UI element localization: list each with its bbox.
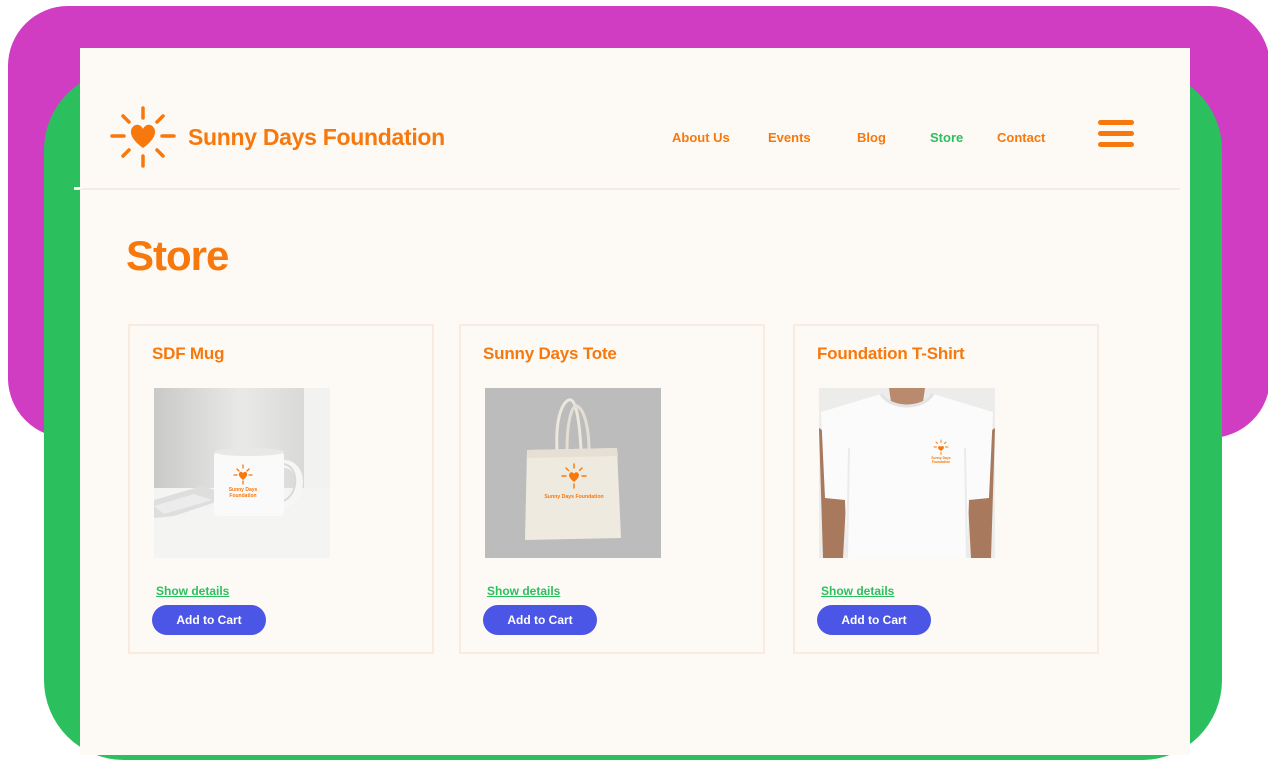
product-title: SDF Mug <box>152 344 225 363</box>
nav-about-us[interactable]: About Us <box>672 130 730 145</box>
show-details-link[interactable]: Show details <box>821 584 894 598</box>
sun-heart-icon <box>110 106 176 168</box>
nav-blog[interactable]: Blog <box>857 130 886 145</box>
product-title: Sunny Days Tote <box>483 344 617 363</box>
mug-print-line2: Foundation <box>229 493 256 499</box>
brand-logo[interactable]: Sunny Days Foundation <box>108 104 445 170</box>
product-card-tote: Sunny Days Tote Sunny Days Foundation Sh… <box>459 324 765 654</box>
page-title: Store <box>126 232 229 279</box>
tote-bag-photo[interactable]: Sunny Days Foundation <box>485 388 661 558</box>
product-title: Foundation T-Shirt <box>817 344 965 363</box>
add-to-cart-button[interactable]: Add to Cart <box>817 605 931 635</box>
mug-photo[interactable]: Sunny Days Foundation <box>154 388 330 558</box>
brand-name: Sunny Days Foundation <box>188 123 445 150</box>
product-card-tshirt: Foundation T-Shirt Sunny Days Foundation <box>793 324 1099 654</box>
add-to-cart-button[interactable]: Add to Cart <box>483 605 597 635</box>
nav-events[interactable]: Events <box>768 130 811 145</box>
nav-contact[interactable]: Contact <box>997 130 1045 145</box>
add-to-cart-button[interactable]: Add to Cart <box>152 605 266 635</box>
header-divider <box>74 188 1180 190</box>
show-details-link[interactable]: Show details <box>156 584 229 598</box>
hamburger-menu-icon[interactable] <box>1098 120 1134 150</box>
product-card-mug: SDF Mug Sunny Days Foundation Show detai… <box>128 324 434 654</box>
tote-print-line1: Sunny Days Foundation <box>544 494 603 500</box>
header-divider-tick <box>74 187 82 189</box>
t-shirt-photo[interactable]: Sunny Days Foundation <box>819 388 995 558</box>
show-details-link[interactable]: Show details <box>487 584 560 598</box>
nav-store[interactable]: Store <box>930 130 963 145</box>
tshirt-print-line2: Foundation <box>932 460 950 464</box>
